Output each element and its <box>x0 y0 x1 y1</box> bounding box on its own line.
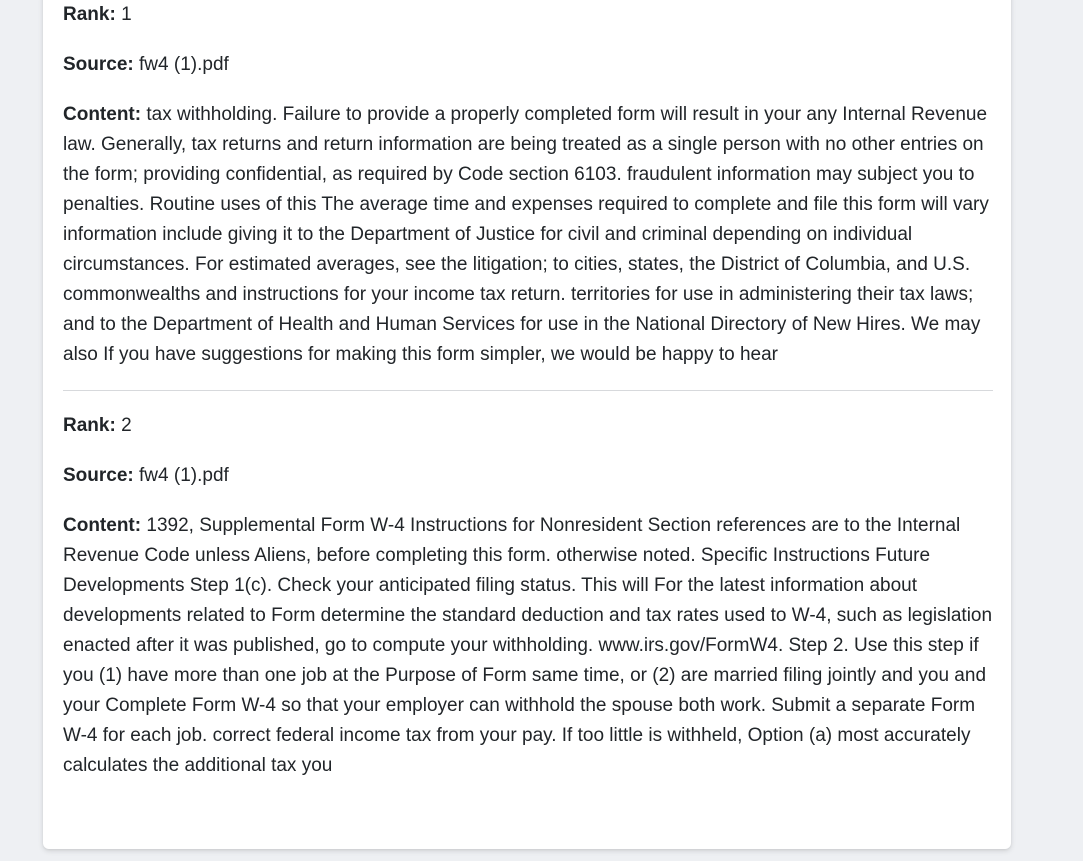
results-list: Rank: 1 Source: fw4 (1).pdf Content: tax… <box>63 0 993 781</box>
result-item: Rank: 1 Source: fw4 (1).pdf Content: tax… <box>63 0 993 370</box>
content-label: Content: <box>63 515 142 536</box>
rank-line: Rank: 2 <box>63 411 993 441</box>
content-value: tax withholding. Failure to provide a pr… <box>63 104 989 365</box>
rank-line: Rank: 1 <box>63 0 993 30</box>
rank-value: 1 <box>121 4 132 25</box>
content-line: Content: 1392, Supplemental Form W-4 Ins… <box>63 511 993 781</box>
rank-label: Rank: <box>63 415 116 436</box>
content-value: 1392, Supplemental Form W-4 Instructions… <box>63 515 993 776</box>
content-label: Content: <box>63 104 142 125</box>
results-card: Rank: 1 Source: fw4 (1).pdf Content: tax… <box>43 0 1011 849</box>
source-line: Source: fw4 (1).pdf <box>63 461 993 491</box>
source-label: Source: <box>63 465 134 486</box>
result-divider <box>63 390 993 391</box>
rank-label: Rank: <box>63 4 116 25</box>
rank-value: 2 <box>121 415 132 436</box>
source-line: Source: fw4 (1).pdf <box>63 50 993 80</box>
source-label: Source: <box>63 54 134 75</box>
content-line: Content: tax withholding. Failure to pro… <box>63 100 993 370</box>
result-item: Rank: 2 Source: fw4 (1).pdf Content: 139… <box>63 411 993 781</box>
source-value: fw4 (1).pdf <box>139 54 229 75</box>
source-value: fw4 (1).pdf <box>139 465 229 486</box>
